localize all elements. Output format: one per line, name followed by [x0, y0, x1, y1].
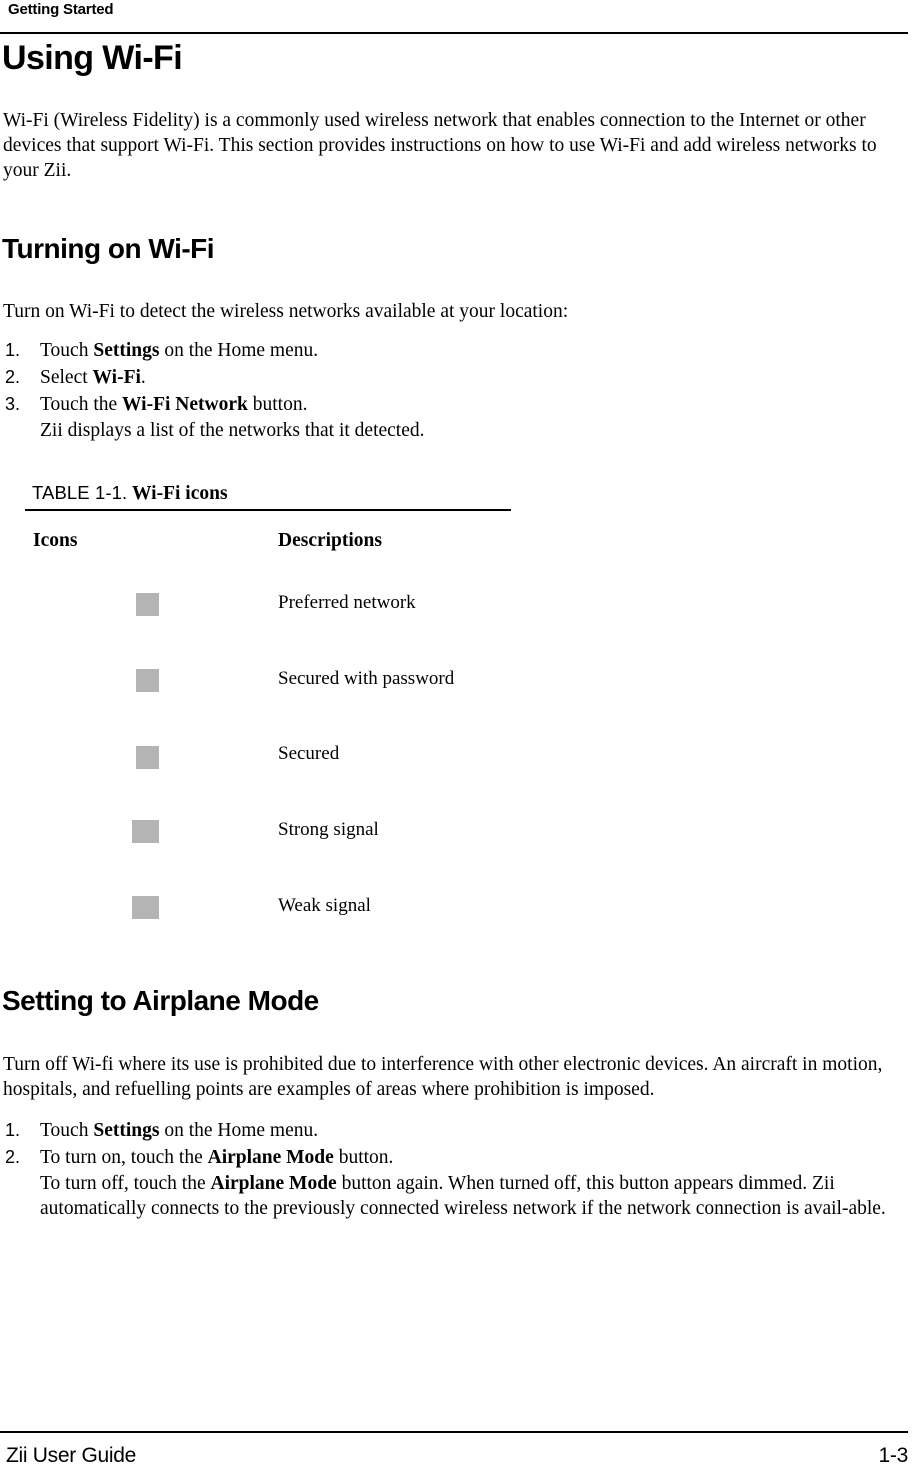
section-heading-airplane-mode: Setting to Airplane Mode [2, 985, 319, 1016]
secured-with-password-icon [136, 669, 159, 692]
step-text-post: . [140, 367, 146, 388]
step-text-post: button. [333, 1147, 394, 1168]
section-heading-turning-on-wifi: Turning on Wi-Fi [2, 233, 215, 264]
table-cell-description: Weak signal [278, 895, 371, 916]
footer-document-title: Zii User Guide [6, 1444, 137, 1467]
step-text-pre: To turn on, touch the [40, 1147, 208, 1168]
table-rule [25, 509, 511, 511]
step-text-bold: Settings [93, 340, 160, 361]
list-marker: 2. [5, 1147, 21, 1167]
step-text-post: on the Home menu. [159, 340, 319, 361]
preferred-network-icon [136, 593, 159, 616]
step-text-pre: Touch [40, 340, 94, 361]
step-text-pre: Select [40, 367, 93, 388]
step-text-bold: Wi-Fi Network [122, 394, 248, 415]
list-marker: 2. [5, 367, 21, 387]
step-text-pre: Touch [40, 1120, 94, 1141]
list-marker: 1. [5, 340, 21, 360]
footer-rule [0, 1431, 908, 1433]
turning-on-wifi-steps: 1. Touch Settings on the Home menu. 2. S… [3, 337, 891, 443]
list-item: 1. Touch Settings on the Home menu. [3, 337, 891, 364]
secured-icon [136, 746, 159, 769]
step-text-post: on the Home menu. [159, 1120, 319, 1141]
table-caption-title: Wi-Fi icons [132, 483, 228, 504]
strong-signal-icon [132, 820, 159, 843]
running-header: Getting Started [8, 1, 114, 18]
step-continuation: Zii displays a list of the networks that… [40, 420, 425, 441]
table-column-header-descriptions: Descriptions [278, 530, 382, 551]
step-text-bold: Wi-Fi [92, 367, 141, 388]
list-marker: 1. [5, 1120, 21, 1140]
table-caption-label: TABLE 1-1. [32, 482, 128, 503]
step-continuation-bold: Airplane Mode [210, 1173, 337, 1194]
airplane-mode-steps: 1. Touch Settings on the Home menu. 2. T… [3, 1117, 891, 1221]
using-wifi-intro: Wi-Fi (Wireless Fidelity) is a commonly … [3, 110, 877, 181]
list-marker: 3. [5, 394, 21, 414]
weak-signal-icon [132, 896, 159, 919]
turning-on-wifi-intro: Turn on Wi-Fi to detect the wireless net… [3, 301, 569, 322]
list-item: 2. To turn on, touch the Airplane Mode b… [3, 1144, 891, 1171]
table-column-header-icons: Icons [33, 530, 78, 551]
document-page: Getting Started Using Wi-Fi Wi-Fi (Wirel… [0, 0, 915, 1472]
table-caption: TABLE 1-1. Wi-Fi icons [32, 481, 228, 506]
list-item: 3. Touch the Wi-Fi Network button. [3, 391, 891, 418]
step-text-post: button. [247, 394, 308, 415]
table-cell-description: Strong signal [278, 819, 379, 840]
airplane-mode-intro: Turn off Wi-fi where its use is prohibit… [3, 1054, 883, 1100]
step-continuation-pre: To turn off, touch the [40, 1173, 211, 1194]
table-cell-description: Secured [278, 743, 340, 764]
footer-page-number: 1-3 [878, 1444, 909, 1467]
step-continuation: To turn off, touch the Airplane Mode but… [3, 1171, 891, 1221]
list-item: 1. Touch Settings on the Home menu. [3, 1117, 891, 1144]
step-text-pre: Touch the [40, 394, 123, 415]
step-text-bold: Settings [93, 1120, 160, 1141]
header-rule [0, 32, 908, 34]
step-text-bold: Airplane Mode [207, 1147, 334, 1168]
page-title: Using Wi-Fi [2, 39, 183, 77]
table-cell-description: Preferred network [278, 592, 416, 613]
table-cell-description: Secured with password [278, 668, 455, 689]
list-item: 2. Select Wi-Fi. [3, 364, 891, 391]
